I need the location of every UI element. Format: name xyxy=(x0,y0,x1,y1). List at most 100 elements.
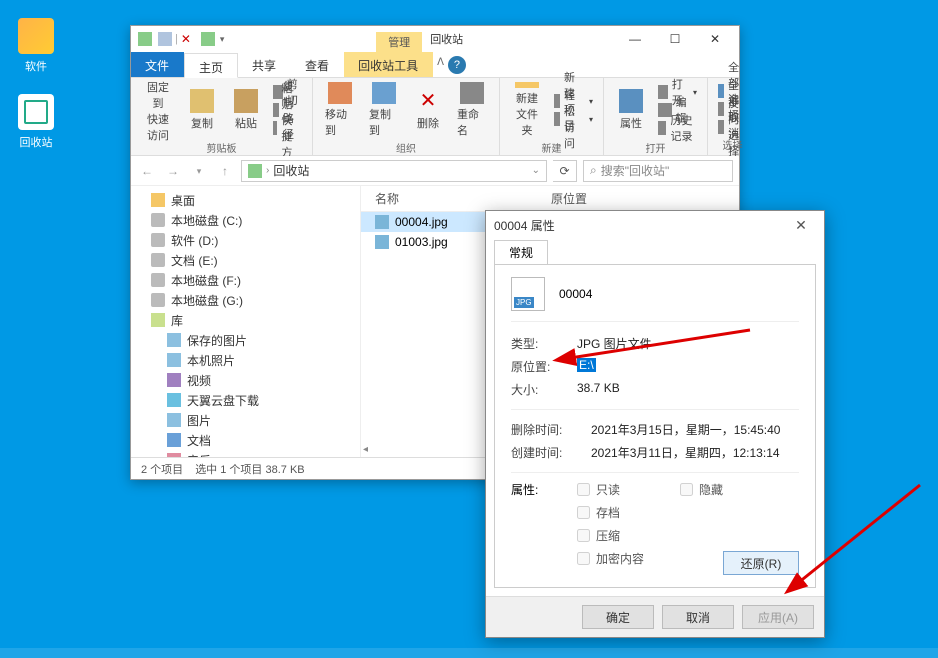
tree-item[interactable]: 文档 (E:) xyxy=(131,250,360,270)
delete-button[interactable]: ✕删除 xyxy=(407,80,449,140)
tab-recycle-tools[interactable]: 回收站工具 xyxy=(344,52,433,77)
tree-item[interactable]: 保存的图片 xyxy=(131,330,360,350)
breadcrumb[interactable]: › 回收站 ⌄ xyxy=(241,160,547,182)
vid-icon xyxy=(167,373,181,387)
label-created-time: 创建时间: xyxy=(511,444,591,461)
ok-button[interactable]: 确定 xyxy=(582,605,654,629)
breadcrumb-location: 回收站 xyxy=(273,162,309,179)
search-input[interactable]: ⌕ 搜索"回收站" xyxy=(583,160,733,182)
explorer-titlebar[interactable]: | ✕ ▾ 管理 回收站 — ☐ ✕ xyxy=(131,26,739,52)
cloud-icon xyxy=(167,393,181,407)
value-type: JPG 图片文件 xyxy=(577,335,799,352)
easy-access-button[interactable]: 轻松访问▾ xyxy=(550,110,597,128)
tree-item[interactable]: 文档 xyxy=(131,430,360,450)
checkbox-hidden[interactable]: 隐藏 xyxy=(680,481,723,498)
tree-item[interactable]: 本地磁盘 (G:) xyxy=(131,290,360,310)
close-button[interactable]: ✕ xyxy=(786,217,816,234)
tree-item-label: 天翼云盘下载 xyxy=(187,392,259,409)
apply-button[interactable]: 应用(A) xyxy=(742,605,814,629)
minimize-button[interactable]: — xyxy=(615,26,655,52)
tree-item[interactable]: 本机照片 xyxy=(131,350,360,370)
maximize-button[interactable]: ☐ xyxy=(655,26,695,52)
tree-item[interactable]: 天翼云盘下载 xyxy=(131,390,360,410)
new-folder-button[interactable]: 新建 文件夹 xyxy=(506,80,548,140)
rename-icon xyxy=(460,82,484,104)
column-original-location[interactable]: 原位置 xyxy=(551,190,739,207)
properties-button[interactable]: 属性 xyxy=(610,80,652,140)
desktop-icon-recycle-bin[interactable]: 回收站 xyxy=(6,94,66,150)
move-to-button[interactable]: 移动到 xyxy=(319,80,361,140)
qat-properties-icon[interactable] xyxy=(158,32,172,46)
disk-icon xyxy=(151,253,165,267)
shortcut-icon xyxy=(273,121,277,135)
copy-button[interactable]: 复制 xyxy=(181,80,223,140)
nav-forward-button[interactable]: → xyxy=(163,161,183,181)
tree-item-label: 本地磁盘 (G:) xyxy=(171,292,243,309)
help-icon[interactable]: ? xyxy=(448,56,466,74)
tab-view[interactable]: 查看 xyxy=(291,52,344,77)
restore-button[interactable]: 还原(R) xyxy=(723,551,799,575)
disk-icon xyxy=(151,233,165,247)
cancel-button[interactable]: 取消 xyxy=(662,605,734,629)
taskbar[interactable] xyxy=(0,648,938,658)
new-item-icon xyxy=(554,94,560,108)
close-button[interactable]: ✕ xyxy=(695,26,735,52)
dialog-body: 00004 类型:JPG 图片文件 原位置:E:\ 大小:38.7 KB 删除时… xyxy=(494,264,816,588)
column-headers[interactable]: 名称 原位置 xyxy=(361,186,739,212)
copy-to-button[interactable]: 复制到 xyxy=(363,80,405,140)
checkbox-readonly[interactable]: 只读 xyxy=(577,481,620,498)
window-title: 回收站 xyxy=(430,31,463,47)
image-file-icon xyxy=(375,235,389,249)
qat-restore-icon[interactable] xyxy=(201,32,215,46)
pin-button[interactable]: 固定到 快速访问 xyxy=(137,80,179,140)
chevron-down-icon[interactable]: ⌄ xyxy=(532,165,540,176)
history-button[interactable]: 历史记录 xyxy=(654,119,701,137)
search-placeholder: 搜索"回收站" xyxy=(601,162,670,179)
checkbox-archive[interactable]: 存档 xyxy=(577,504,799,521)
group-label: 新建 xyxy=(506,140,597,156)
desktop-icon-label: 回收站 xyxy=(6,134,66,150)
navigation-tree[interactable]: 桌面本地磁盘 (C:) 软件 (D:)文档 (E:)本地磁盘 (F:) 本地磁盘 (… xyxy=(131,186,361,457)
qat-divider: | xyxy=(175,33,178,45)
invert-selection-button[interactable]: 反向选择 xyxy=(714,118,751,136)
delete-icon: ✕ xyxy=(416,89,440,113)
tree-item[interactable]: 本地磁盘 (C:) xyxy=(131,210,360,230)
tree-item[interactable]: 音乐 xyxy=(131,450,360,457)
pic-icon xyxy=(167,333,181,347)
folder-icon xyxy=(151,193,165,207)
desktop-icon-software[interactable]: 软件 xyxy=(6,18,66,74)
rename-button[interactable]: 重命名 xyxy=(451,80,493,140)
qat-delete-icon[interactable]: ✕ xyxy=(181,32,195,46)
folder-icon xyxy=(18,18,54,54)
tree-item[interactable]: 视频 xyxy=(131,370,360,390)
nav-back-button[interactable]: ← xyxy=(137,161,157,181)
tree-item-label: 保存的图片 xyxy=(187,332,247,349)
scroll-left-icon[interactable]: ◂ xyxy=(361,442,370,457)
checkbox-compressed[interactable]: 压缩 xyxy=(577,527,799,544)
tree-item[interactable]: 图片 xyxy=(131,410,360,430)
tree-item[interactable]: 库 xyxy=(131,310,360,330)
value-original-location[interactable]: E:\ xyxy=(577,358,596,372)
tree-item[interactable]: 桌面 xyxy=(131,190,360,210)
nav-recent-button[interactable]: ▾ xyxy=(189,161,209,181)
tree-item-label: 文档 xyxy=(187,432,211,449)
image-file-icon xyxy=(375,215,389,229)
tab-general[interactable]: 常规 xyxy=(494,240,548,265)
nav-up-button[interactable]: ↑ xyxy=(215,161,235,181)
tab-share[interactable]: 共享 xyxy=(238,52,291,77)
tree-item-label: 软件 (D:) xyxy=(171,232,218,249)
refresh-button[interactable]: ⟳ xyxy=(553,160,577,182)
paste-button[interactable]: 粘贴 xyxy=(225,80,267,140)
app-icon xyxy=(138,32,152,46)
tab-file[interactable]: 文件 xyxy=(131,52,184,77)
column-name[interactable]: 名称 xyxy=(361,190,551,207)
ribbon-collapse-icon[interactable]: ᐱ xyxy=(433,52,448,77)
tree-item[interactable]: 软件 (D:) xyxy=(131,230,360,250)
dialog-tabs: 常规 xyxy=(486,239,824,264)
paste-shortcut-button[interactable]: 粘贴快捷方式 xyxy=(269,119,306,137)
dialog-titlebar[interactable]: 00004 属性 ✕ xyxy=(486,211,824,239)
qat-dropdown-icon[interactable]: ▾ xyxy=(220,34,225,45)
tab-home[interactable]: 主页 xyxy=(184,53,238,78)
copy-to-icon xyxy=(372,82,396,104)
tree-item[interactable]: 本地磁盘 (F:) xyxy=(131,270,360,290)
